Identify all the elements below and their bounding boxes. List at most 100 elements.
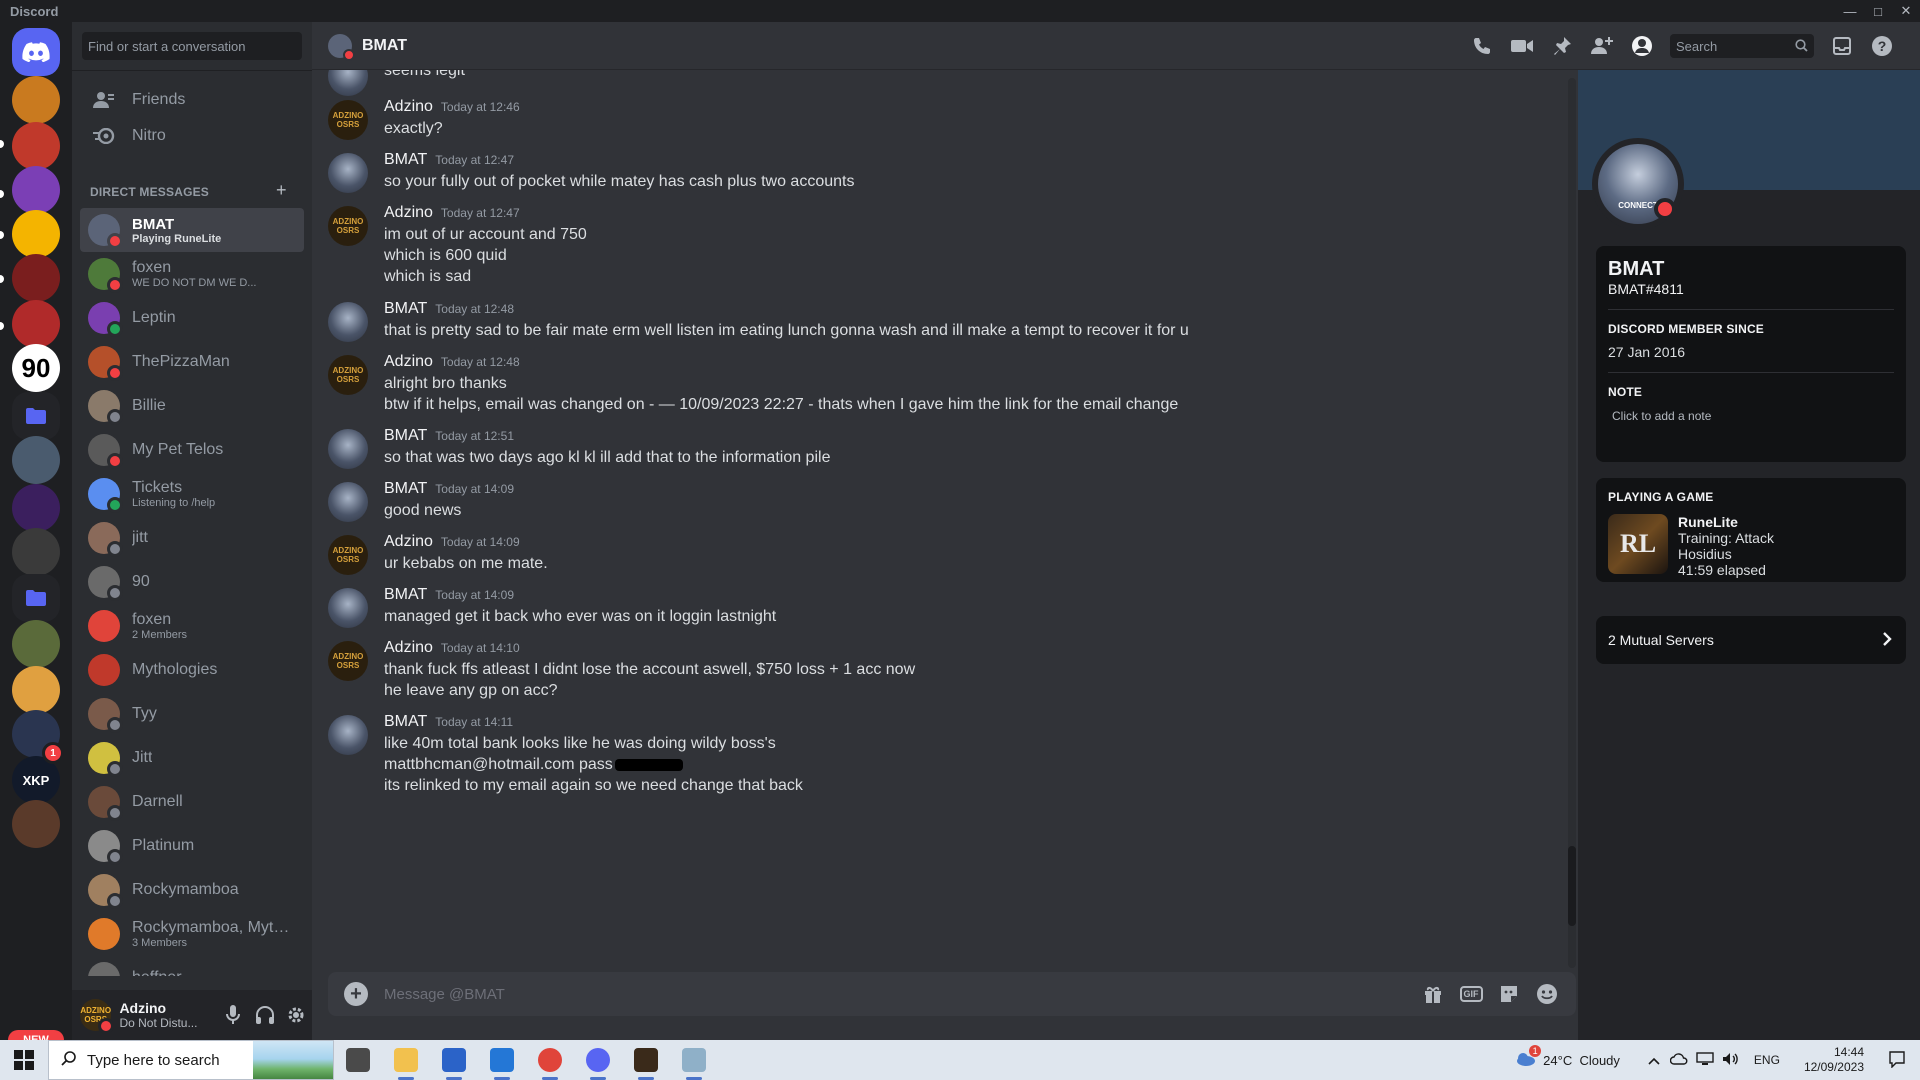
dm-item[interactable]: Platinum: [80, 824, 304, 868]
message-author[interactable]: Adzino: [384, 533, 433, 551]
dm-search-input[interactable]: Find or start a conversation: [82, 32, 302, 60]
figure-server-icon[interactable]: [12, 436, 60, 484]
emoji-server-icon[interactable]: [12, 210, 60, 258]
file-explorer-icon[interactable]: [382, 1040, 430, 1080]
taskbar-search-input[interactable]: Type here to search: [48, 1040, 334, 1080]
dm-item[interactable]: heffner: [80, 956, 304, 976]
message-avatar[interactable]: [328, 429, 368, 469]
ninety-server-icon[interactable]: 90: [12, 344, 60, 392]
help-icon[interactable]: ?: [1870, 34, 1894, 58]
dm-item[interactable]: Tickets Listening to /help: [80, 472, 304, 516]
dm-item[interactable]: 90: [80, 560, 304, 604]
message-author[interactable]: Adzino: [384, 639, 433, 657]
discord-home-icon[interactable]: [12, 28, 60, 76]
dm-item[interactable]: Mythologies: [80, 648, 304, 692]
dm-item[interactable]: foxen WE DO NOT DM WE D...: [80, 252, 304, 296]
dm-item[interactable]: My Pet Telos: [80, 428, 304, 472]
dm-item[interactable]: Jitt: [80, 736, 304, 780]
gift-icon[interactable]: [1419, 980, 1447, 1008]
dm-item[interactable]: jitt: [80, 516, 304, 560]
maximize-button[interactable]: □: [1864, 0, 1892, 22]
crown-server-icon[interactable]: [12, 620, 60, 668]
spartan-server-icon[interactable]: [12, 254, 60, 302]
purple-splash-server-icon[interactable]: [12, 484, 60, 532]
windows-start-icon[interactable]: [0, 1040, 48, 1080]
folder-icon[interactable]: [12, 574, 60, 622]
message-author[interactable]: BMAT: [384, 480, 427, 498]
task-view-icon[interactable]: [334, 1040, 382, 1080]
folder-icon[interactable]: [12, 392, 60, 440]
dm-item[interactable]: Rockymamboa: [80, 868, 304, 912]
dm-item[interactable]: BMAT Playing RuneLite: [80, 208, 304, 252]
burger-server-icon[interactable]: [12, 76, 60, 124]
message-author[interactable]: Adzino: [384, 204, 433, 222]
dm-item[interactable]: foxen 2 Members: [80, 604, 304, 648]
duck-server-icon[interactable]: [12, 666, 60, 714]
microphone-icon[interactable]: [218, 999, 249, 1031]
volume-icon[interactable]: [1722, 1052, 1740, 1069]
message-avatar[interactable]: [328, 70, 368, 96]
clock[interactable]: 14:44 12/09/2023: [1804, 1045, 1864, 1075]
message-scrollbar[interactable]: [1568, 78, 1576, 968]
chrome-icon[interactable]: [526, 1040, 574, 1080]
attach-plus-button[interactable]: +: [344, 982, 368, 1006]
message-author[interactable]: Adzino: [384, 353, 433, 371]
message-author[interactable]: BMAT: [384, 713, 427, 731]
message-avatar[interactable]: ADZINO OSRS: [328, 206, 368, 246]
dm-item[interactable]: Darnell: [80, 780, 304, 824]
message-author[interactable]: BMAT: [384, 151, 427, 169]
message-avatar[interactable]: [328, 153, 368, 193]
mystery-server-icon[interactable]: [12, 800, 60, 848]
weather-icon[interactable]: 1: [1515, 1044, 1542, 1070]
mail-icon[interactable]: [478, 1040, 526, 1080]
close-window-button[interactable]: ✕: [1892, 0, 1920, 22]
message-avatar[interactable]: [328, 588, 368, 628]
user-info[interactable]: Adzino Do Not Distu...: [119, 1000, 217, 1030]
note-input[interactable]: Click to add a note: [1612, 409, 1894, 423]
emoji-icon[interactable]: [1533, 980, 1561, 1008]
language-indicator[interactable]: ENG: [1754, 1053, 1780, 1067]
profile-avatar[interactable]: CONNECT: [1592, 138, 1684, 230]
video-call-icon[interactable]: [1510, 34, 1534, 58]
dm-item[interactable]: ThePizzaMan: [80, 340, 304, 384]
discord-taskbar-icon[interactable]: [574, 1040, 622, 1080]
create-dm-button[interactable]: +: [276, 180, 287, 201]
network-icon[interactable]: [1696, 1051, 1714, 1069]
user-profile-icon[interactable]: [1630, 34, 1654, 58]
dm-item[interactable]: Rockymamboa, Myth... 3 Members: [80, 912, 304, 956]
message-composer[interactable]: + Message @BMAT GIF: [328, 972, 1576, 1016]
user-avatar[interactable]: ADZINO OSRS: [80, 999, 115, 1034]
message-avatar[interactable]: ADZINO OSRS: [328, 355, 368, 395]
badge-server-icon[interactable]: [12, 122, 60, 170]
inbox-icon[interactable]: [1830, 34, 1854, 58]
message-avatar[interactable]: ADZINO OSRS: [328, 100, 368, 140]
dm-item[interactable]: Tyy: [80, 692, 304, 736]
dm-item[interactable]: Leptin: [80, 296, 304, 340]
pin-icon[interactable]: [1550, 34, 1574, 58]
message-author[interactable]: Adzino: [384, 98, 433, 116]
hat-server-icon[interactable]: [12, 300, 60, 348]
message-author[interactable]: BMAT: [384, 427, 427, 445]
voice-call-icon[interactable]: [1470, 34, 1494, 58]
chat-search-input[interactable]: Search: [1670, 34, 1814, 58]
gif-button[interactable]: GIF: [1457, 980, 1485, 1008]
nav-nitro[interactable]: Nitro: [80, 115, 304, 157]
message-avatar[interactable]: [328, 715, 368, 755]
notifications-icon[interactable]: [1888, 1050, 1906, 1071]
sticker-icon[interactable]: [1495, 980, 1523, 1008]
message-avatar[interactable]: [328, 302, 368, 342]
settings-gear-icon[interactable]: [281, 999, 312, 1031]
mutual-servers-button[interactable]: 2 Mutual Servers: [1596, 616, 1906, 664]
weather-text[interactable]: 24°C Cloudy: [1543, 1053, 1620, 1068]
helmet-server-icon[interactable]: [12, 528, 60, 576]
message-input[interactable]: Message @BMAT: [384, 986, 1414, 1003]
purple-monster-server-icon[interactable]: [12, 166, 60, 214]
store-icon[interactable]: [430, 1040, 478, 1080]
dm-item[interactable]: Billie: [80, 384, 304, 428]
runelite-icon[interactable]: [622, 1040, 670, 1080]
onedrive-icon[interactable]: [1669, 1052, 1688, 1068]
scrollbar-thumb[interactable]: [1568, 846, 1576, 926]
message-avatar[interactable]: [328, 482, 368, 522]
message-avatar[interactable]: ADZINO OSRS: [328, 641, 368, 681]
message-author[interactable]: BMAT: [384, 300, 427, 318]
